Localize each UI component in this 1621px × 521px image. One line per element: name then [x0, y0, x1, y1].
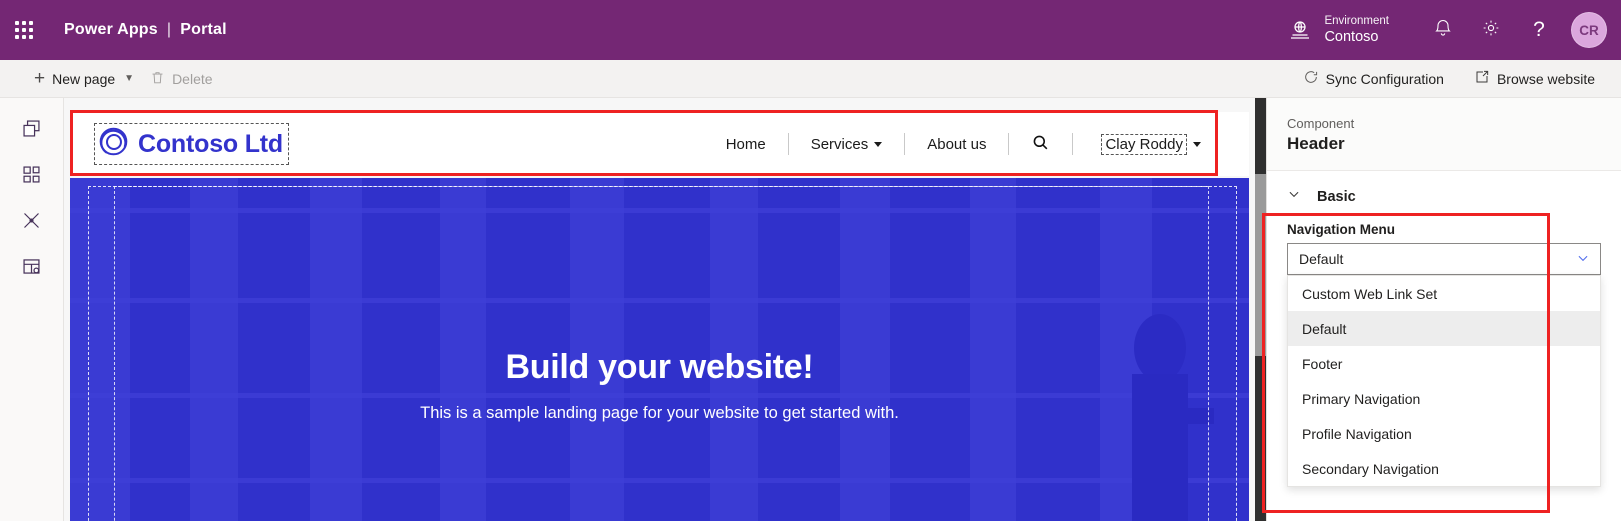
caret-down-icon — [1193, 141, 1201, 147]
sync-configuration-button[interactable]: Sync Configuration — [1295, 60, 1452, 98]
browse-website-label: Browse website — [1496, 70, 1595, 87]
pages-icon — [21, 118, 42, 144]
navigation-menu-value: Default — [1299, 251, 1344, 267]
bell-icon — [1433, 18, 1453, 43]
dropdown-option-label: Profile Navigation — [1302, 425, 1412, 442]
site-user-name: Clay Roddy — [1101, 133, 1187, 155]
sync-configuration-label: Sync Configuration — [1325, 70, 1444, 87]
site-user-menu[interactable]: Clay Roddy — [1073, 133, 1223, 155]
dropdown-option-label: Primary Navigation — [1302, 390, 1421, 407]
left-rail — [0, 98, 64, 521]
nav-link-home-label: Home — [725, 135, 766, 153]
environment-value: Contoso — [1324, 29, 1379, 46]
navigation-menu-dropdown-list[interactable]: Custom Web Link Set Default Footer Prima… — [1287, 275, 1601, 487]
help-button[interactable]: ? — [1515, 0, 1563, 60]
site-search-button[interactable] — [1009, 133, 1072, 156]
rail-item-data[interactable] — [10, 246, 54, 292]
nav-link-about-us-label: About us — [927, 135, 987, 153]
app-launcher-button[interactable] — [0, 0, 48, 60]
section-basic-label: Basic — [1317, 188, 1356, 205]
design-canvas[interactable]: Contoso Ltd Home Services About us Clay … — [64, 98, 1255, 521]
navigation-menu-combobox[interactable]: Default — [1287, 243, 1601, 275]
dropdown-option-label: Footer — [1302, 355, 1343, 372]
rail-item-components[interactable] — [10, 154, 54, 200]
brand-app-name: Power Apps — [64, 21, 158, 38]
settings-button[interactable] — [1467, 0, 1515, 60]
avatar-initials: CR — [1579, 22, 1599, 38]
site-header-component[interactable]: Contoso Ltd Home Services About us Clay … — [70, 112, 1249, 176]
delete-label: Delete — [172, 70, 213, 87]
chevron-down-icon: ▼ — [124, 73, 135, 84]
delete-button[interactable]: Delete — [142, 60, 220, 98]
properties-panel: Component Header Basic Navigation Menu D… — [1266, 98, 1621, 521]
avatar[interactable]: CR — [1571, 12, 1607, 48]
site-logo[interactable]: Contoso Ltd — [94, 123, 289, 165]
dropdown-option-custom-web-link-set[interactable]: Custom Web Link Set — [1288, 276, 1600, 311]
brand-section-name: Portal — [180, 21, 227, 38]
section-basic[interactable]: Basic — [1267, 171, 1621, 218]
nav-link-services[interactable]: Services — [789, 136, 905, 153]
data-table-icon — [21, 256, 42, 282]
command-bar: + New page ▼ Delete Sync Configuration B… — [0, 60, 1621, 98]
rail-item-styling[interactable] — [10, 200, 54, 246]
question-mark-icon: ? — [1533, 18, 1545, 41]
caret-down-icon — [874, 141, 883, 147]
dropdown-option-label: Default — [1302, 320, 1347, 337]
environment-picker[interactable]: Environment Contoso — [1287, 14, 1389, 47]
notifications-button[interactable] — [1419, 0, 1467, 60]
open-in-new-window-icon — [1474, 69, 1490, 88]
gear-icon — [1481, 18, 1501, 43]
nav-link-about-us[interactable]: About us — [905, 136, 1008, 153]
dropdown-option-profile-navigation[interactable]: Profile Navigation — [1288, 416, 1600, 451]
hero-subtitle: This is a sample landing page for your w… — [420, 404, 899, 422]
dropdown-option-label: Custom Web Link Set — [1302, 285, 1438, 302]
dropdown-option-secondary-navigation[interactable]: Secondary Navigation — [1288, 451, 1600, 486]
plus-icon: + — [34, 68, 46, 89]
canvas-scrollbar-thumb[interactable] — [1255, 174, 1266, 356]
nav-link-services-label: Services — [810, 135, 869, 153]
site-navigation: Home Services About us Clay Roddy — [704, 127, 1223, 161]
command-bar-right: Sync Configuration Browse website — [1295, 60, 1603, 98]
component-name: Header — [1287, 134, 1345, 153]
search-icon — [1031, 133, 1050, 156]
site-logo-text: Contoso Ltd — [138, 129, 283, 158]
environment-label: Environment — [1324, 14, 1389, 27]
dropdown-option-footer[interactable]: Footer — [1288, 346, 1600, 381]
components-icon — [21, 164, 42, 190]
suite-bar-right: Environment Contoso ? CR — [1287, 0, 1621, 60]
brand-separator: | — [166, 21, 172, 38]
nav-link-home[interactable]: Home — [704, 136, 788, 153]
environment-text: Environment Contoso — [1324, 14, 1389, 47]
power-apps-portal-studio: Power Apps | Portal Environment Contoso — [0, 0, 1621, 521]
component-kicker: Component — [1287, 116, 1355, 131]
trash-icon — [150, 70, 165, 88]
hero-section-component[interactable]: Build your website! This is a sample lan… — [70, 178, 1249, 521]
new-page-label: New page — [52, 70, 116, 87]
chevron-down-icon — [1287, 187, 1301, 206]
dropdown-option-primary-navigation[interactable]: Primary Navigation — [1288, 381, 1600, 416]
contoso-spiral-logo-icon — [98, 126, 129, 162]
chevron-down-icon — [1576, 251, 1590, 268]
rail-item-pages[interactable] — [10, 108, 54, 154]
canvas-scrollbar[interactable] — [1255, 98, 1266, 521]
suite-bar: Power Apps | Portal Environment Contoso — [0, 0, 1621, 60]
properties-panel-header: Component Header — [1267, 98, 1621, 171]
browse-website-button[interactable]: Browse website — [1466, 60, 1603, 98]
hero-content: Build your website! This is a sample lan… — [70, 348, 1249, 423]
dropdown-option-label: Secondary Navigation — [1302, 460, 1439, 477]
waffle-icon — [15, 21, 33, 39]
new-page-button[interactable]: + New page ▼ — [26, 60, 142, 98]
sync-icon — [1303, 69, 1319, 88]
navigation-menu-label: Navigation Menu — [1287, 222, 1396, 237]
dropdown-option-default[interactable]: Default — [1288, 311, 1600, 346]
navigation-menu-field: Navigation Menu Default — [1267, 218, 1621, 275]
styling-brush-icon — [21, 210, 42, 236]
hero-title: Build your website! — [505, 348, 814, 386]
environment-icon — [1287, 17, 1313, 43]
brand-title[interactable]: Power Apps | Portal — [64, 21, 227, 39]
